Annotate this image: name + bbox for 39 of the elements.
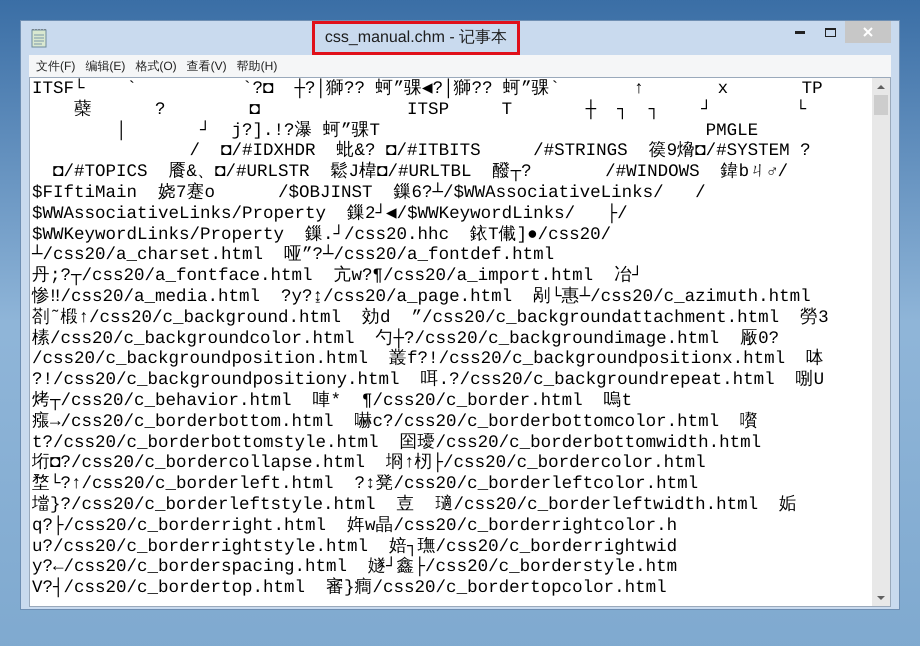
vertical-scrollbar[interactable] [872, 78, 890, 606]
scroll-down-icon [877, 596, 885, 600]
text-line: 榡/css20/c_backgroundcolor.html 勺┼?/css20/c_backgroundimage.html 厰0? [32, 328, 780, 349]
text-line: 剳˜椴↑/css20/c_background.html 効d ”/css20/c_backgroundattachment.html 勞3 [32, 308, 829, 328]
minimize-icon [795, 30, 805, 34]
text-line: 堥└?↑/css20/c_borderleft.html ?↕凳/css20/c_borderleftcolor.html [32, 474, 698, 494]
text-line: q?├/css20/c_borderright.html 姩w晶/css20/c_borderrightcolor.h [32, 516, 678, 536]
text-line: 惨‼/css20/a_media.html ?y?↨/css20/a_page.html 剐└惠┴/css20/c_azimuth.html [32, 286, 811, 308]
menu-item[interactable]: 编辑(E) [80, 56, 130, 76]
text-line: ┴/css20/a_charset.html 哑”?┴/css20/a_fontdef.html [32, 245, 554, 266]
text-line: ?!/css20/c_backgroundpositiony.html 咡.?/css20/c_backgroundrepeat.html 哵U [32, 370, 824, 390]
menu-item[interactable]: 帮助(H) [232, 56, 282, 76]
text-line: V?┤/css20/c_bordertop.html 審}癎/css20/c_bordertopcolor.html [32, 578, 667, 599]
menu-item[interactable]: 文件(F) [31, 56, 80, 76]
text-line: y?←/css20/c_borderspacing.html 嬘┘鑫├/css20/c_borderstyle.htm [32, 557, 678, 578]
text-line: $WWKeywordLinks/Property 鏁.┘/css20.hhc 銥T儎]●/css20/ [32, 224, 612, 245]
text-line: │ ┘ j?].!?瀑 蚵”骒T PMGLE [115, 120, 758, 141]
scroll-up-icon [877, 84, 885, 88]
text-line: ◘/#TOPICS 餍&、◘/#URLSTR 鬆J椲◘/#URLTBL 醱┬? /#WINDOWS 鍏bㄐ♂/ [52, 162, 788, 182]
close-icon [863, 27, 873, 37]
scroll-thumb[interactable] [874, 95, 888, 115]
text-line: 垳◘?/css20/c_bordercollapse.html 埛↑杒├/css20/c_bordercolor.html [32, 453, 706, 474]
notepad-icon [31, 28, 47, 48]
text-line: 瘬→/css20/c_borderbottom.html 嚇c?/css20/c_borderbottomcolor.html 嚽 [32, 412, 758, 433]
text-line: $WWAssociativeLinks/Property 鏁2┘◀/$WWKeywordLinks/ ├/ [32, 204, 628, 224]
text-line: 烤┬/css20/c_behavior.html 唓* ¶/css20/c_border.html 嗚t [32, 390, 632, 411]
menu-item[interactable]: 查看(V) [182, 56, 232, 76]
text-line: 壋}?/css20/c_borderleftstyle.html 壴 瓋/css20/c_borderleftwidth.html 姤 [32, 494, 798, 515]
text-line: 蘗 ? ◘ ITSP T ┼ ┐ ┐ ┘ └ [73, 100, 806, 120]
text-line: 丹;?┬/css20/a_fontface.html 亢w?¶/css20/a_import.html 冶┘ [32, 266, 643, 286]
text-line: /css20/c_backgroundposition.html 叢f?!/css20/c_backgroundpositionx.html 呠 [32, 349, 824, 370]
text-line: / ◘/#IDXHDR 蚍&? ◘/#ITBITS /#STRINGS 篌9熁◘/#SYSTEM ? [188, 141, 811, 162]
text-line: ITSF└ ` `?◘ ┼?│獅?? 蚵”骒◀?│獅?? 蚵”骒` ↑ x TP [32, 79, 823, 99]
text-line: u?/css20/c_borderrightstyle.html 婄┐璑/css20/c_borderrightwid [32, 536, 678, 557]
menu-item[interactable]: 格式(O) [130, 56, 182, 76]
text-line: $FIftiMain 娆7蹇o /$OBJINST 鏁6?┴/$WWAssociativeLinks/ / [32, 182, 706, 203]
text-line: t?/css20/c_borderbottomstyle.html 囶瓇/css20/c_borderbottomwidth.html [32, 432, 762, 453]
maximize-icon [824, 28, 836, 36]
window-title: css_manual.chm - 记事本 [312, 21, 520, 55]
